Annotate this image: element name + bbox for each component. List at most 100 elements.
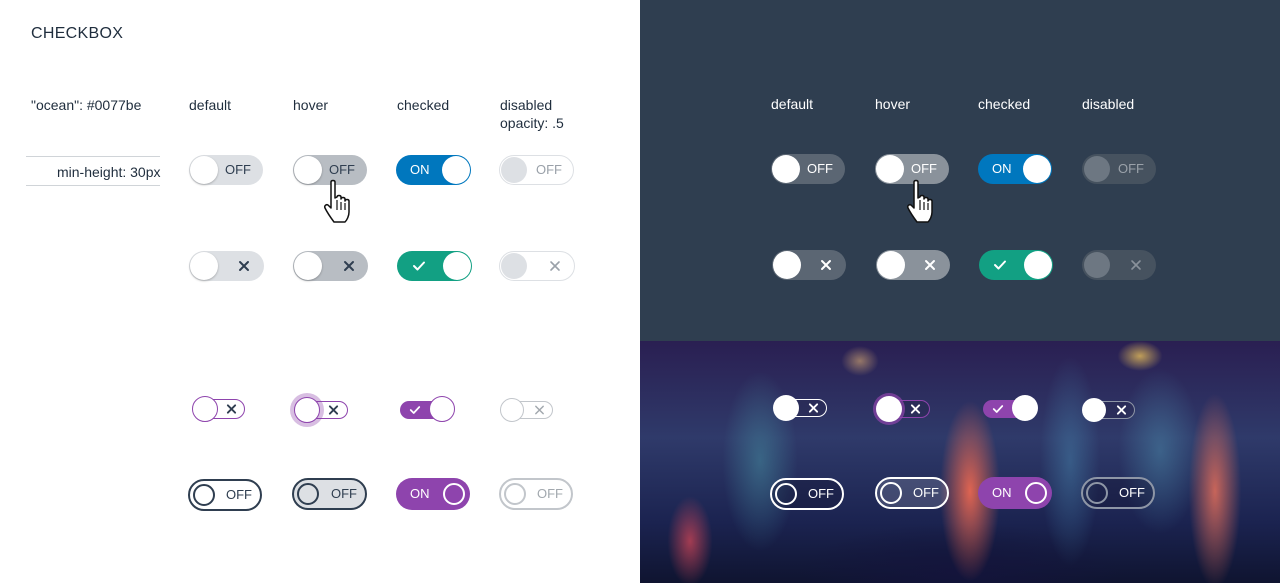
toggle-knob: [500, 398, 524, 422]
toggle-knob: [443, 252, 471, 280]
spec-divider-bottom: [26, 185, 160, 186]
image-outline-toggle-off-hover[interactable]: OFF: [875, 477, 949, 509]
dark-toggle-on-checked[interactable]: ON: [978, 154, 1052, 184]
close-icon: [925, 260, 935, 270]
image-outline-toggle-off-default[interactable]: OFF: [770, 478, 844, 510]
outline-toggle-off-disabled: OFF: [499, 478, 573, 510]
hand-pointer-icon: [907, 179, 933, 223]
toggle-off-label: OFF: [911, 161, 937, 176]
toggle-knob: [297, 483, 319, 505]
city-background-panel: OFF OFF ON OFF: [640, 341, 1280, 583]
small-toggle-on-checked[interactable]: [400, 396, 455, 422]
toggle-knob: [501, 157, 527, 183]
toggle-on-label: ON: [992, 161, 1012, 176]
close-icon: [535, 405, 544, 415]
dark-icon-toggle-off-hover[interactable]: [876, 250, 950, 280]
toggle-off-label: OFF: [226, 487, 252, 502]
toggle-knob: [1082, 398, 1106, 422]
toggle-knob: [429, 396, 455, 422]
check-icon: [994, 260, 1006, 270]
toggle-off-default[interactable]: OFF: [189, 155, 263, 185]
toggle-off-label: OFF: [913, 485, 939, 500]
toggle-off-label: OFF: [536, 162, 562, 177]
toggle-knob: [880, 482, 902, 504]
close-icon: [910, 404, 921, 414]
column-disabled-label: disabled: [1082, 96, 1135, 112]
close-icon: [239, 261, 249, 271]
toggle-off-label: OFF: [807, 161, 833, 176]
icon-toggle-off-disabled: [499, 251, 575, 281]
image-small-toggle-off-default[interactable]: [773, 395, 827, 421]
toggle-knob: [442, 156, 470, 184]
dark-icon-toggle-off-disabled: [1082, 250, 1156, 280]
check-icon: [409, 406, 421, 414]
toggle-knob: [775, 483, 797, 505]
dark-icon-toggle-off-default[interactable]: [772, 250, 846, 280]
image-small-toggle-on-checked[interactable]: [983, 395, 1038, 421]
disabled-opacity-note: opacity: .5: [500, 115, 564, 131]
toggle-knob: [190, 156, 218, 184]
toggle-off-label: OFF: [329, 162, 355, 177]
dark-icon-toggle-on-checked[interactable]: [979, 250, 1053, 280]
close-icon: [821, 260, 831, 270]
small-toggle-off-default[interactable]: [192, 396, 245, 422]
toggle-knob: [876, 155, 904, 183]
toggle-off-label: OFF: [1119, 485, 1145, 500]
toggle-off-label: OFF: [808, 486, 834, 501]
toggle-knob: [294, 252, 322, 280]
toggle-off-label: OFF: [1118, 161, 1144, 176]
toggle-knob: [192, 396, 218, 422]
toggle-on-label: ON: [410, 162, 430, 177]
spec-divider-top: [26, 156, 160, 157]
column-checked-label: checked: [397, 97, 450, 113]
outline-toggle-off-default[interactable]: OFF: [188, 479, 262, 511]
column-hover-label: hover: [293, 97, 329, 113]
image-outline-toggle-on-checked[interactable]: ON: [978, 477, 1052, 509]
toggle-knob: [773, 395, 799, 421]
toggle-knob: [1023, 155, 1051, 183]
icon-toggle-off-default[interactable]: [189, 251, 264, 281]
image-small-toggle-off-hover[interactable]: [876, 396, 930, 422]
close-icon: [328, 405, 339, 415]
close-icon: [226, 404, 237, 414]
page-title: CHECKBOX: [31, 25, 124, 42]
column-disabled-label: disabled: [500, 97, 553, 113]
toggle-knob: [773, 251, 801, 279]
outline-toggle-on-checked[interactable]: ON: [396, 478, 470, 510]
toggle-off-label: OFF: [537, 486, 563, 501]
hand-pointer-icon: [324, 179, 350, 223]
icon-toggle-off-hover[interactable]: [293, 251, 368, 281]
column-default-label: default: [189, 97, 232, 113]
icon-toggle-on-checked[interactable]: [397, 251, 472, 281]
close-icon: [550, 261, 560, 271]
close-icon: [1131, 260, 1141, 270]
small-toggle-off-hover[interactable]: [294, 397, 348, 423]
toggle-knob: [1024, 251, 1052, 279]
toggle-knob: [190, 252, 218, 280]
min-height-spec: min-height: 30px: [57, 164, 161, 180]
dark-panel: default hover checked disabled OFF OFF O…: [640, 0, 1280, 341]
dark-toggle-off-disabled: OFF: [1082, 154, 1156, 184]
toggle-knob: [1012, 395, 1038, 421]
close-icon: [808, 403, 819, 413]
toggle-on-checked[interactable]: ON: [396, 155, 471, 185]
dark-toggle-off-default[interactable]: OFF: [771, 154, 845, 184]
toggle-knob: [876, 396, 902, 422]
column-default-label: default: [771, 96, 814, 112]
outline-toggle-off-hover[interactable]: OFF: [292, 478, 367, 510]
image-small-toggle-off-disabled: [1082, 398, 1135, 422]
small-toggle-off-disabled: [500, 398, 553, 422]
column-checked-label: checked: [978, 96, 1031, 112]
ocean-color-spec: "ocean": #0077be: [31, 97, 142, 113]
toggle-knob: [1084, 252, 1110, 278]
image-outline-toggle-off-disabled: OFF: [1081, 477, 1155, 509]
toggle-off-disabled: OFF: [499, 155, 574, 185]
toggle-off-label: OFF: [225, 162, 251, 177]
toggle-on-label: ON: [410, 486, 430, 501]
toggle-knob: [1084, 156, 1110, 182]
toggle-knob: [504, 483, 526, 505]
light-panel: CHECKBOX "ocean": #0077be default hover …: [0, 0, 640, 583]
toggle-knob: [501, 253, 527, 279]
toggle-knob: [443, 483, 465, 505]
toggle-knob: [1025, 482, 1047, 504]
